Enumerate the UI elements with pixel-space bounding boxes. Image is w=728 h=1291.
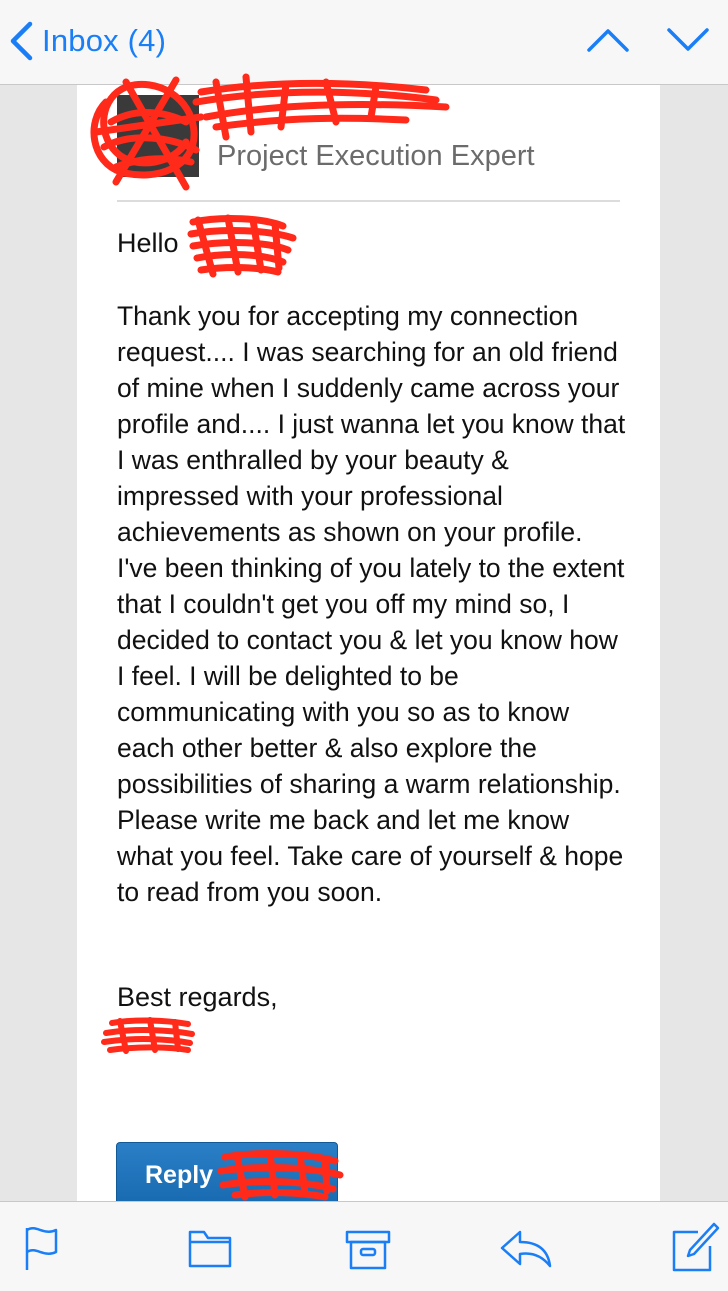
chevron-up-icon <box>586 29 630 58</box>
navigation-bar: Inbox (4) <box>0 0 728 85</box>
left-margin <box>0 85 77 1201</box>
right-margin <box>660 85 728 1201</box>
header-divider <box>117 200 620 202</box>
email-card: Project Execution Expert Hello Thank you… <box>77 85 660 1201</box>
flag-icon <box>22 1227 62 1276</box>
compose-button[interactable] <box>670 1222 720 1279</box>
chevron-down-icon <box>666 28 710 58</box>
reply-button-label: Reply <box>145 1161 214 1189</box>
reply-forward-button[interactable] <box>498 1222 554 1277</box>
back-label: Inbox (4) <box>42 23 167 58</box>
signoff: Best regards, <box>117 982 278 1012</box>
reply-icon <box>498 1230 554 1276</box>
next-message-button[interactable] <box>666 24 710 59</box>
reply-button[interactable]: Reply <box>116 1142 338 1201</box>
message-body: Thank you for accepting my connection re… <box>117 301 626 907</box>
move-to-folder-button[interactable] <box>186 1222 234 1277</box>
sender-headline: Project Execution Expert <box>217 140 535 172</box>
greeting: Hello <box>117 228 190 259</box>
back-button[interactable]: Inbox (4) <box>8 18 166 64</box>
bottom-toolbar <box>0 1201 728 1291</box>
archive-icon <box>344 1230 392 1276</box>
chevron-left-icon <box>8 21 34 61</box>
flag-button[interactable] <box>22 1222 62 1277</box>
previous-message-button[interactable] <box>586 24 630 59</box>
sender-avatar <box>117 95 199 177</box>
archive-button[interactable] <box>344 1222 392 1277</box>
folder-icon <box>186 1230 234 1276</box>
compose-icon <box>670 1222 720 1278</box>
greeting-text: Hello <box>117 228 179 258</box>
